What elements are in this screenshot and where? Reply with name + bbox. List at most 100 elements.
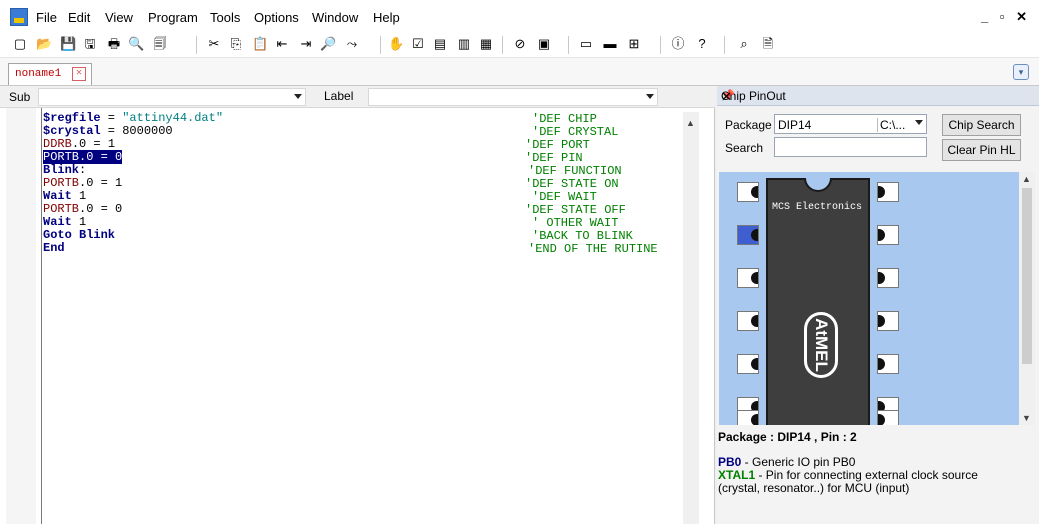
scroll-up-icon[interactable]: ▲ <box>686 118 695 128</box>
close-icon[interactable]: ✕ <box>721 89 1033 105</box>
chip-pin-8[interactable] <box>877 410 899 425</box>
code-comment: 'DEF FUNCTION <box>528 164 622 178</box>
bascom-app-icon[interactable] <box>10 8 28 26</box>
chip-scrollbar[interactable]: ▲ ▼ <box>1019 172 1035 425</box>
chip-icon[interactable]: ▥ <box>456 36 472 52</box>
sub-select[interactable] <box>38 88 306 106</box>
graphics-icon[interactable]: ⊞ <box>626 36 642 52</box>
chip-pin-13[interactable] <box>877 225 899 245</box>
outdent-icon[interactable]: ⇥ <box>298 36 314 52</box>
code-comment: 'BACK TO BLINK <box>532 229 633 243</box>
code-comment: 'END OF THE RUTINE <box>528 242 658 256</box>
toolbar-separator <box>724 36 725 54</box>
chevron-down-icon <box>294 94 302 99</box>
compile-icon[interactable]: ▤ <box>432 36 448 52</box>
code-token: Blink <box>43 163 80 177</box>
chip-notch <box>804 178 832 192</box>
package-value: DIP14 <box>778 118 812 132</box>
chip-pin-3[interactable] <box>737 268 759 288</box>
label-select[interactable] <box>368 88 658 106</box>
program-chip-icon[interactable]: ▦ <box>478 36 494 52</box>
chip-pin-7[interactable] <box>737 410 759 425</box>
code-token: $regfile <box>43 111 101 125</box>
code-line[interactable]: End <box>43 242 223 255</box>
code-token: End <box>43 241 65 255</box>
search-label: Search <box>725 141 764 155</box>
label-label: Label <box>324 89 354 103</box>
stop-icon[interactable]: ⊘ <box>512 36 528 52</box>
code-comment: 'DEF PORT <box>525 138 590 152</box>
menu-tools[interactable]: Tools <box>210 10 240 25</box>
copy-icon[interactable]: ⎘ <box>228 36 244 52</box>
pdf-icon[interactable]: 🗎 <box>760 36 776 52</box>
code-token: .0 = 0 <box>79 202 123 216</box>
window-controls[interactable]: _ ▫ ✕ <box>981 9 1031 25</box>
hand-icon[interactable]: ✋ <box>388 36 404 52</box>
terminal-icon[interactable]: ▭ <box>578 36 594 52</box>
chip-pin-11[interactable] <box>877 311 899 331</box>
pin-function-item: XTAL1 - Pin for connecting external cloc… <box>718 469 1018 495</box>
chip-pin-4[interactable] <box>737 311 759 331</box>
tab-list-chevron-icon[interactable]: ▾ <box>1013 64 1029 80</box>
open-folder-icon[interactable]: 📂 <box>36 36 52 52</box>
simulate-icon[interactable]: ▣ <box>536 36 552 52</box>
chip-pin-14[interactable] <box>877 182 899 202</box>
tab-noname1[interactable]: noname1 ✕ <box>8 63 92 85</box>
paste-icon[interactable]: 📋 <box>252 36 268 52</box>
code-token: PORTB <box>43 176 80 190</box>
check-syntax-icon[interactable]: ☑ <box>410 36 426 52</box>
pin-info-list: PB0 - Generic IO pin PB0 XTAL1 - Pin for … <box>718 456 1018 495</box>
editor-scrollbar[interactable]: ▲ <box>683 112 699 524</box>
code-line[interactable]: Goto Blink <box>43 229 223 242</box>
code-comment: 'DEF WAIT <box>532 190 597 204</box>
code-token: Wait <box>43 189 72 203</box>
print-preview-icon[interactable]: 🔍 <box>128 36 144 52</box>
menu-help[interactable]: Help <box>373 10 400 25</box>
menu-program[interactable]: Program <box>148 10 198 25</box>
save-icon[interactable]: 💾 <box>60 36 76 52</box>
chip-pin-2[interactable] <box>737 225 759 245</box>
chip-pin-10[interactable] <box>877 354 899 374</box>
save-all-icon[interactable]: 🖫 <box>82 36 98 52</box>
menu-edit[interactable]: Edit <box>68 10 90 25</box>
code-token: Goto Blink <box>43 228 116 242</box>
code-token: : <box>79 163 87 177</box>
menu-view[interactable]: View <box>105 10 133 25</box>
cut-icon[interactable]: ✂ <box>206 36 222 52</box>
copy-disk-icon[interactable]: 🗐 <box>152 36 168 52</box>
scroll-thumb[interactable] <box>1022 188 1032 364</box>
help-icon[interactable]: ? <box>694 36 710 52</box>
package-label: Package <box>725 118 772 132</box>
menu-bar: File Edit View Program Tools Options Win… <box>0 0 1039 32</box>
code-comment: 'DEF STATE ON <box>525 177 619 191</box>
clear-pin-hl-button[interactable]: Clear Pin HL <box>942 139 1021 161</box>
chip-diagram[interactable]: MCS Electronics AtMEL <box>719 172 1019 425</box>
menu-options[interactable]: Options <box>254 10 299 25</box>
pin-info-title: Package : DIP14 , Pin : 2 <box>718 430 857 444</box>
lcd-designer-icon[interactable]: ▬ <box>602 36 618 52</box>
scroll-up-icon[interactable]: ▲ <box>1022 174 1031 184</box>
print-icon[interactable]: 🖶 <box>106 36 122 52</box>
toolbar-separator <box>568 36 569 54</box>
code-lines[interactable]: $regfile = "attiny44.dat" $crystal = 8000… <box>43 112 223 255</box>
indent-icon[interactable]: ⇤ <box>274 36 290 52</box>
tab-strip: noname1 ✕ ▾ <box>0 58 1039 86</box>
info-icon[interactable]: ⓘ <box>670 36 686 52</box>
chip-pin-1[interactable] <box>737 182 759 202</box>
package-select[interactable]: DIP14 C:\... <box>774 114 927 134</box>
scroll-down-icon[interactable]: ▼ <box>1022 413 1031 423</box>
tab-close-icon[interactable]: ✕ <box>72 67 86 81</box>
chip-pin-5[interactable] <box>737 354 759 374</box>
new-file-icon[interactable]: ▢ <box>12 36 28 52</box>
chip-pin-12[interactable] <box>877 268 899 288</box>
code-editor[interactable]: $regfile = "attiny44.dat" $crystal = 8000… <box>0 108 715 524</box>
menu-file[interactable]: File <box>36 10 57 25</box>
find-icon[interactable]: 🔎 <box>320 36 336 52</box>
code-comment: 'DEF CRYSTAL <box>532 125 619 139</box>
menu-window[interactable]: Window <box>312 10 358 25</box>
search-input[interactable] <box>774 137 927 157</box>
pinout-icon[interactable]: ⌕ <box>736 36 752 52</box>
find-next-icon[interactable]: ⤳ <box>344 36 360 52</box>
chip-search-button[interactable]: Chip Search <box>942 114 1021 136</box>
toolbar-separator <box>502 36 503 54</box>
